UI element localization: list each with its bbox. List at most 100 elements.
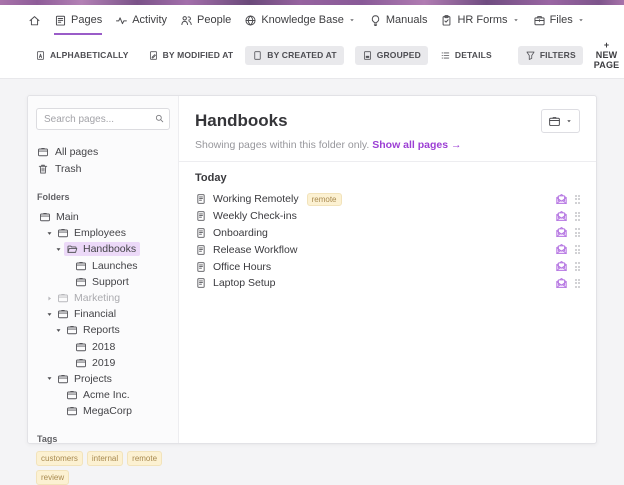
tree-item-inner: Projects [55, 372, 116, 386]
tree-item-label: Acme Inc. [83, 389, 130, 402]
content-card: All pages Trash Folders Main Employees Hand… [27, 95, 597, 485]
nav-item-files[interactable]: Files [533, 5, 585, 35]
app-header: Pages Activity People Knowledge Base Manuals… [0, 5, 624, 79]
toolbar-button-filters[interactable]: FILTERS [517, 45, 583, 65]
tree-item-inner: 2019 [73, 356, 119, 370]
toolbar-button-grouped[interactable]: GROUPED [354, 45, 428, 65]
envelope-action[interactable] [555, 226, 568, 239]
tree-expand-arrow[interactable] [55, 246, 64, 253]
nav-item-home[interactable] [28, 5, 41, 35]
caret-down-icon [350, 19, 354, 22]
nav-item-label: HR Forms [457, 14, 508, 27]
drag-handle[interactable] [574, 228, 580, 238]
tag-customers[interactable]: customers [36, 451, 83, 467]
nav-item-activity[interactable]: Activity [115, 5, 167, 35]
tree-item-label: Launches [92, 259, 138, 272]
toolbar-button-by-created-at[interactable]: BY CREATED AT [245, 45, 344, 65]
page-icon [197, 261, 205, 272]
tag-remote[interactable]: remote [127, 451, 163, 467]
search-icon [155, 114, 164, 123]
tree-item-marketing[interactable]: Marketing [36, 290, 170, 306]
nav-item-manuals[interactable]: Manuals [369, 5, 427, 35]
tree-item-reports[interactable]: Reports [36, 322, 170, 338]
list-icon [441, 52, 450, 58]
toolbar-button-alphabetically[interactable]: ALPHABETICALLY [28, 46, 136, 65]
envelope-open-icon [555, 261, 567, 272]
page-row-laptop-setup[interactable]: Laptop Setup [195, 275, 580, 292]
search-input[interactable] [36, 108, 170, 130]
tag-internal[interactable]: internal [86, 451, 124, 467]
page-row-onboarding[interactable]: Onboarding [195, 225, 580, 242]
drag-handle[interactable] [574, 262, 580, 272]
tree-item-2019[interactable]: 2019 [36, 355, 170, 371]
tree-expand-arrow[interactable] [46, 230, 55, 237]
toolbar-button-label: BY MODIFIED AT [162, 50, 234, 60]
show-all-pages-link[interactable]: Show all pages → [372, 139, 461, 151]
page-row-actions [555, 260, 580, 273]
tree-item-label: Projects [74, 372, 112, 385]
tree-item-employees[interactable]: Employees [36, 225, 170, 241]
envelope-action[interactable] [555, 260, 568, 273]
page-icon [197, 228, 205, 238]
toolbar-button-label: ALPHABETICALLY [50, 50, 129, 60]
tree-item-support[interactable]: Support [36, 274, 170, 290]
envelope-open-icon [555, 227, 567, 238]
envelope-action[interactable] [555, 210, 568, 223]
tree-item-main[interactable]: Main [36, 209, 170, 225]
app-window: Pages Activity People Knowledge Base Manuals… [0, 0, 624, 485]
folder-open-icon [67, 246, 78, 254]
nav-item-people[interactable]: People [180, 5, 231, 35]
tree-expand-arrow[interactable] [46, 311, 55, 318]
toolbar-button-details[interactable]: DETAILS [433, 46, 499, 65]
page-row-title: Release Workflow [213, 243, 298, 256]
page-row-actions [555, 193, 580, 206]
drag-handle[interactable] [574, 278, 580, 288]
folder-dropdown-button[interactable] [541, 109, 580, 133]
tree-item-inner: Reports [64, 323, 124, 337]
page-doc-icon-wrap [195, 210, 207, 222]
page-row-actions [555, 243, 580, 256]
tri-down-icon [47, 312, 52, 316]
envelope-action[interactable] [555, 277, 568, 290]
nav-item-pages[interactable]: Pages [54, 5, 103, 35]
tree-item-projects[interactable]: Projects [36, 371, 170, 387]
page-row-working-remotely[interactable]: Working Remotely remote [195, 191, 580, 208]
tree-item-financial[interactable]: Financial [36, 306, 170, 322]
tree-item-inner: MegaCorp [64, 404, 136, 418]
tree-item-handbooks[interactable]: Handbooks [36, 241, 170, 257]
page-row-tag-remote[interactable]: remote [306, 192, 342, 206]
tree-expand-arrow[interactable] [55, 327, 64, 334]
page-row-weekly-check-ins[interactable]: Weekly Check-ins [195, 208, 580, 225]
drag-handle[interactable] [574, 194, 580, 204]
folder-icon [76, 342, 86, 351]
nav-item-hr-forms[interactable]: HR Forms [440, 5, 519, 35]
page-doc-icon-wrap [195, 227, 207, 239]
tree-item-2018[interactable]: 2018 [36, 339, 170, 355]
funnel-icon [526, 51, 535, 60]
new-page-button[interactable]: + NEW PAGE [588, 39, 624, 71]
toolbar-button-by-modified-at[interactable]: BY MODIFIED AT [141, 46, 241, 65]
folder-icon [67, 391, 77, 400]
page-row-release-workflow[interactable]: Release Workflow [195, 241, 580, 258]
tree-item-launches[interactable]: Launches [36, 258, 170, 274]
toolbar-button-label: BY CREATED AT [267, 50, 337, 60]
envelope-open-icon [555, 193, 567, 204]
envelope-action[interactable] [555, 193, 568, 206]
envelope-open-icon [555, 277, 567, 288]
sidebar-item-trash[interactable]: Trash [36, 160, 170, 177]
page-icon [197, 211, 205, 221]
drag-handle[interactable] [574, 245, 580, 255]
nav-item-knowledge-base[interactable]: Knowledge Base [244, 5, 356, 35]
tree-item-acme-inc[interactable]: Acme Inc. [36, 387, 170, 403]
envelope-action[interactable] [555, 243, 568, 256]
tree-expand-arrow[interactable] [46, 375, 55, 382]
page-doc-icon-wrap [195, 244, 207, 256]
tree-item-megacorp[interactable]: MegaCorp [36, 403, 170, 419]
page-row-office-hours[interactable]: Office Hours [195, 258, 580, 275]
tree-item-inner: Main [37, 210, 83, 224]
tag-review[interactable]: review [36, 470, 70, 485]
drag-handle[interactable] [574, 211, 580, 221]
toolbar-button-label: DETAILS [454, 50, 492, 60]
sidebar-item-all-pages[interactable]: All pages [36, 143, 170, 160]
tree-collapse-arrow[interactable] [46, 295, 55, 302]
